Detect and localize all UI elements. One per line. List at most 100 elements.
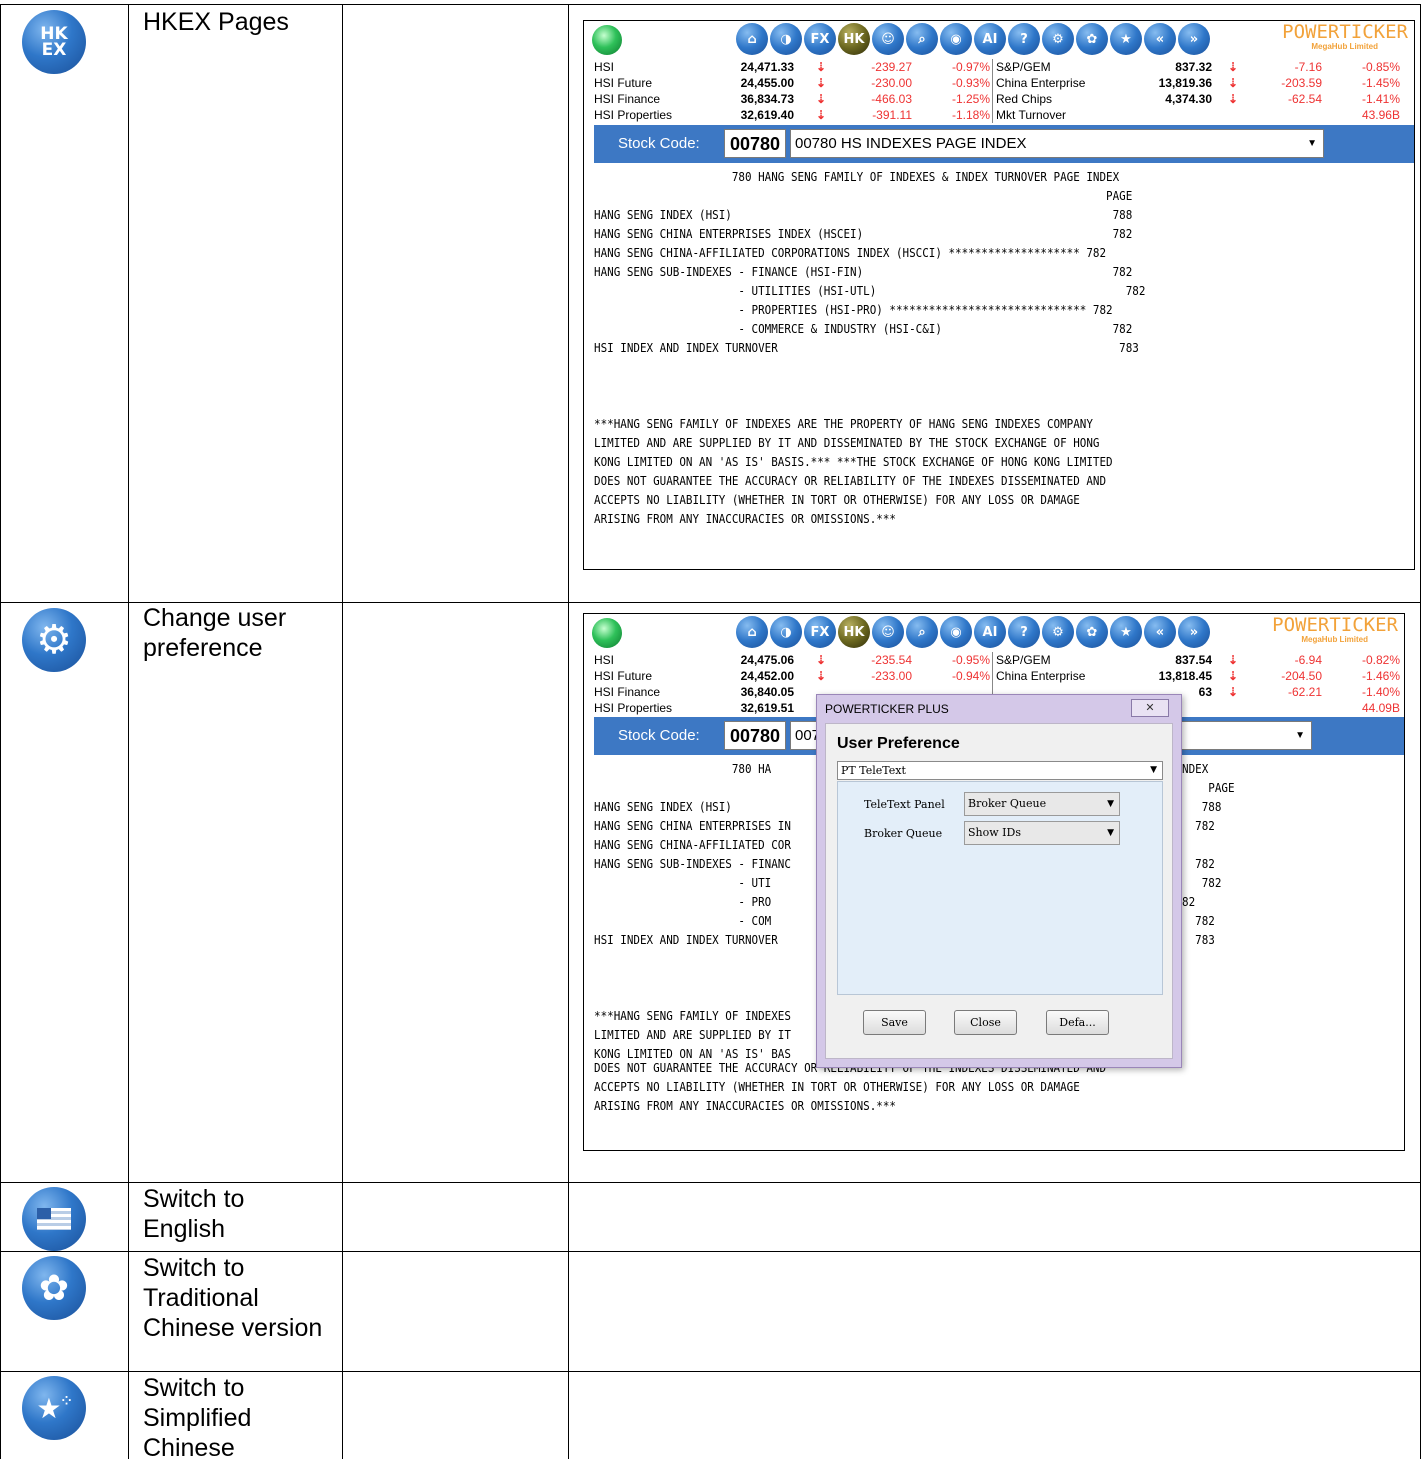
pin-icon[interactable]: ◉ [940, 616, 972, 648]
index-name: HSI [594, 60, 615, 74]
broker-queue-select[interactable]: Show IDs ▼ [964, 821, 1120, 845]
down-arrow-icon: ⇣ [1228, 685, 1239, 699]
home-icon[interactable]: ⌂ [736, 23, 768, 55]
chevron-down-icon: ▼ [1307, 138, 1317, 149]
dialog-close-button[interactable]: ✕ [1131, 699, 1169, 717]
back-icon[interactable]: « [1144, 616, 1176, 648]
index-name: HSI Future [594, 76, 653, 90]
close-button[interactable]: Close [954, 1010, 1017, 1035]
forward-icon[interactable]: » [1178, 616, 1210, 648]
index-percent: -1.45% [1361, 76, 1400, 90]
down-arrow-icon: ⇣ [816, 108, 827, 122]
teletext-panel-label: TeleText Panel [864, 798, 945, 811]
index-value: 837.54 [1175, 653, 1212, 667]
bauhinia-icon[interactable]: ✿ [1076, 23, 1108, 55]
stock-page-select[interactable]: 00780 HS INDEXES PAGE INDEX ▼ [790, 129, 1324, 158]
search-icon[interactable]: ⌕ [906, 23, 938, 55]
col-divider [0, 5, 1, 1459]
default-button[interactable]: Defa... [1046, 1010, 1109, 1035]
down-arrow-icon: ⇣ [1228, 653, 1239, 667]
bauhinia-icon[interactable]: ✿ [1076, 616, 1108, 648]
index-change: -7.16 [1294, 60, 1322, 74]
chevron-down-icon: ▼ [1295, 730, 1305, 741]
globe-icon[interactable]: ◑ [770, 616, 802, 648]
chevron-down-icon: ▼ [1107, 828, 1114, 838]
teletext-page-right: NDEX PAGE 788 782 782 782 82 782 783 [1182, 761, 1235, 947]
connection-status-icon [592, 25, 622, 55]
quote-row: HSI 24,475.06 -235.54 -0.95% S&P/GEM 837.54 -6… [594, 652, 1404, 668]
quote-separator [992, 75, 993, 91]
pin-icon[interactable]: ◉ [940, 23, 972, 55]
china-stars-icon[interactable]: ★ [1110, 616, 1142, 648]
index-name: HSI Finance [594, 92, 661, 106]
index-percent: -0.97% [951, 60, 990, 74]
quote-row: HSI Finance 36,834.73 -466.03 -1.25% Red Chi… [594, 91, 1414, 107]
index-percent: -0.93% [951, 76, 990, 90]
index-name: China Enterprise [996, 669, 1086, 683]
search-icon[interactable]: ⌕ [906, 616, 938, 648]
index-value: 13,819.36 [1158, 76, 1212, 90]
row-label-hkex-pages: HKEX Pages [143, 8, 289, 36]
hkex-icon[interactable]: HK [838, 23, 870, 55]
index-name: HSI Properties [594, 701, 673, 715]
index-change: -233.00 [871, 669, 912, 683]
index-percent: -1.25% [951, 92, 990, 106]
col-divider [568, 5, 569, 1459]
index-value: 32,619.51 [740, 701, 794, 715]
back-icon[interactable]: « [1144, 23, 1176, 55]
china-stars-icon[interactable]: ★ [1110, 23, 1142, 55]
quote-separator [992, 91, 993, 107]
dialog-heading: User Preference [837, 735, 960, 752]
row-divider [0, 1371, 1421, 1372]
index-percent: -0.82% [1361, 653, 1400, 667]
bauhinia-icon: ✿ [22, 1256, 86, 1320]
broker-queue-label: Broker Queue [864, 827, 943, 840]
settings-icon[interactable]: ⚙ [1042, 23, 1074, 55]
quote-separator [992, 652, 993, 668]
settings-icon[interactable]: ⚙ [1042, 616, 1074, 648]
index-name: Mkt Turnover [996, 108, 1067, 122]
index-value: 24,452.00 [740, 669, 794, 683]
down-arrow-icon: ⇣ [1228, 76, 1239, 90]
user-icon[interactable]: ☺ [872, 616, 904, 648]
teletext-panel-select[interactable]: Broker Queue ▼ [964, 792, 1120, 816]
ai-icon[interactable]: AI [974, 616, 1006, 648]
stock-code-bar: Stock Code: 00780 00780 HS INDEXES PAGE … [594, 125, 1414, 163]
index-percent: -1.40% [1361, 685, 1400, 699]
stock-code-input[interactable]: 00780 [724, 721, 786, 750]
fx-icon[interactable]: FX [804, 23, 836, 55]
toolbar-icons: ⌂ ◑ FX HK ☺ ⌕ ◉ AI? ⚙ ✿ ★ «» [736, 616, 1210, 648]
index-change: -235.54 [871, 653, 912, 667]
index-percent: -1.46% [1361, 669, 1400, 683]
row-label-switch-traditional-chinese: Switch to Traditional Chinese version [143, 1254, 323, 1342]
ai-icon[interactable]: AI [974, 23, 1006, 55]
help-icon[interactable]: ? [1008, 616, 1040, 648]
preference-category-select[interactable]: PT TeleText ▼ [837, 761, 1163, 780]
stock-code-label: Stock Code: [618, 135, 700, 152]
hkex-icon[interactable]: HK [838, 616, 870, 648]
preference-panel: TeleText Panel Broker Queue ▼ Broker Queu… [837, 781, 1163, 995]
us-flag-icon [22, 1187, 86, 1251]
down-arrow-icon: ⇣ [816, 653, 827, 667]
index-value: 24,455.00 [740, 76, 794, 90]
quote-row: HSI Future 24,452.00 -233.00 -0.94% China En… [594, 668, 1404, 684]
save-button[interactable]: Save [863, 1010, 926, 1035]
index-name: S&P/GEM [996, 653, 1051, 667]
index-change: -466.03 [871, 92, 912, 106]
globe-icon[interactable]: ◑ [770, 23, 802, 55]
user-icon[interactable]: ☺ [872, 23, 904, 55]
col-divider [128, 5, 129, 1459]
fx-icon[interactable]: FX [804, 616, 836, 648]
stock-code-input[interactable]: 00780 [724, 129, 786, 158]
hkex-icon: HK EX [22, 10, 86, 74]
help-icon[interactable]: ? [1008, 23, 1040, 55]
toolbar-icons: ⌂ ◑ FX HK ☺ ⌕ ◉ AI? ⚙ ✿ ★ «» [736, 23, 1210, 55]
forward-icon[interactable]: » [1178, 23, 1210, 55]
down-arrow-icon: ⇣ [816, 92, 827, 106]
index-percent: -0.94% [951, 669, 990, 683]
quote-row: HSI Properties 32,619.40 -391.11 -1.18% Mkt … [594, 107, 1414, 123]
hkex-pages-screenshot: ⌂ ◑ FX HK ☺ ⌕ ◉ AI? ⚙ ✿ ★ «» POWERTICKER MegaHub Li… [583, 20, 1415, 570]
down-arrow-icon: ⇣ [1228, 669, 1239, 683]
home-icon[interactable]: ⌂ [736, 616, 768, 648]
connection-status-icon [592, 618, 622, 648]
